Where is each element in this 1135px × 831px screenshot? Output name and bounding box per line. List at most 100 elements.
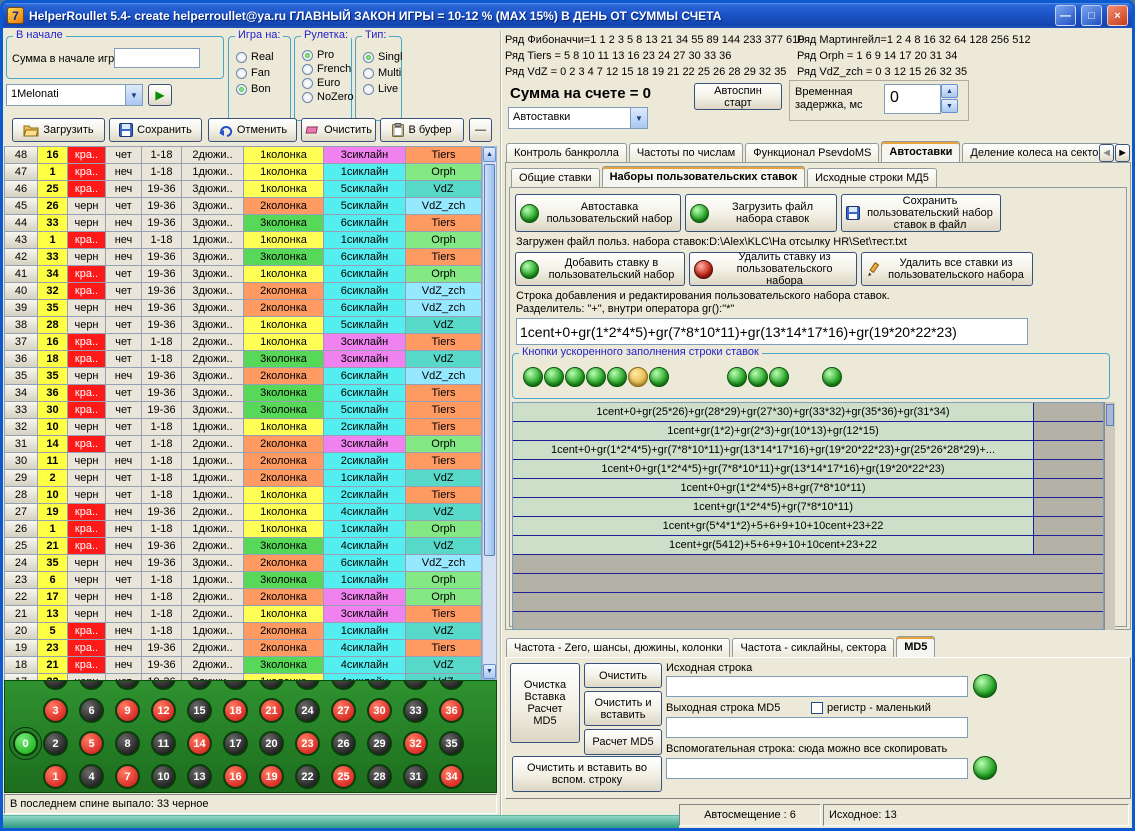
green-ball-icon[interactable] xyxy=(586,367,606,387)
tab-scroll-left-button[interactable]: ◄ xyxy=(1099,144,1114,162)
remove-all-bets-button[interactable]: Удалить все ставки из пользовательского … xyxy=(861,252,1033,286)
md5-multi-button[interactable]: Очистка Вставка Расчет MD5 xyxy=(510,663,580,743)
green-ball-icon[interactable] xyxy=(649,367,669,387)
md5-clear-paste-button[interactable]: Очистить и вставить xyxy=(584,691,662,726)
board-number-18[interactable]: 18 xyxy=(223,698,248,723)
clear-paste-aux-button[interactable]: Очистить и вставить во вспом. строку xyxy=(512,756,662,792)
bet-list-item[interactable]: 1cent+gr(1*2*4*5)+gr(7*8*10*11) xyxy=(513,498,1103,517)
inner-tab[interactable]: Исходные строки МД5 xyxy=(807,168,937,188)
md5-clear-button[interactable]: Очистить xyxy=(584,663,662,688)
board-number-0[interactable]: 0 xyxy=(13,731,38,756)
clear-button[interactable]: Очистить xyxy=(301,118,376,142)
board-number-12[interactable]: 12 xyxy=(151,698,176,723)
board-number-5[interactable]: 5 xyxy=(79,731,104,756)
board-number-36[interactable]: 36 xyxy=(439,698,464,723)
bet-list-item[interactable]: 1cent+gr(5*4*1*2)+5+6+9+10+10cent+23+22 xyxy=(513,517,1103,536)
green-ball-icon[interactable] xyxy=(544,367,564,387)
to-buffer-button[interactable]: В буфер xyxy=(380,118,464,142)
main-tab[interactable]: Контроль банкролла xyxy=(506,143,627,163)
bottom-tab[interactable]: Частота - Zero, шансы, дюжины, колонки xyxy=(506,638,730,658)
inner-tab[interactable]: Наборы пользовательских ставок xyxy=(602,166,806,188)
board-number-19[interactable]: 19 xyxy=(259,764,284,789)
add-bet-button[interactable]: Добавить ставку в пользовательский набор xyxy=(515,252,685,286)
main-tab[interactable]: Функционал PsevdoMS xyxy=(745,143,879,163)
board-number-20[interactable]: 20 xyxy=(259,731,284,756)
play-button[interactable]: ▶ xyxy=(148,84,172,106)
radio-option-Live[interactable]: Live xyxy=(363,83,396,95)
inner-tab[interactable]: Общие ставки xyxy=(511,168,600,188)
board-number-6[interactable]: 6 xyxy=(79,698,104,723)
history-scrollbar[interactable]: ▲ ▼ xyxy=(482,146,497,680)
board-number-2[interactable]: 2 xyxy=(43,731,68,756)
spin-down-button[interactable]: ▼ xyxy=(941,99,958,113)
board-number-31[interactable]: 31 xyxy=(403,764,428,789)
radio-option-Fan[interactable]: Fan xyxy=(236,67,285,79)
board-number-30[interactable]: 30 xyxy=(367,698,392,723)
radio-option-Bon[interactable]: Bon xyxy=(236,83,285,95)
bottom-tab[interactable]: Частота - сиклайны, сектора xyxy=(732,638,894,658)
board-number-14[interactable]: 14 xyxy=(187,731,212,756)
board-number-9[interactable]: 9 xyxy=(115,698,140,723)
board-number-33[interactable]: 33 xyxy=(403,698,428,723)
md5-aux-action-button[interactable] xyxy=(973,756,997,780)
scrollbar-thumb[interactable] xyxy=(484,164,495,556)
board-number-24[interactable]: 24 xyxy=(295,698,320,723)
bottom-tab[interactable]: MD5 xyxy=(896,636,935,658)
board-number-34[interactable]: 34 xyxy=(439,764,464,789)
collapse-button[interactable]: — xyxy=(469,118,492,142)
tab-scroll-right-button[interactable]: ► xyxy=(1115,144,1130,162)
board-number-17[interactable]: 17 xyxy=(223,731,248,756)
board-number-22[interactable]: 22 xyxy=(295,764,320,789)
green-ball-icon[interactable] xyxy=(727,367,747,387)
system-combo[interactable]: 1Melonati ▼ xyxy=(6,84,143,106)
register-checkbox-row[interactable]: регистр - маленький xyxy=(811,702,931,714)
chevron-down-icon[interactable]: ▼ xyxy=(630,108,647,128)
radio-option-Euro[interactable]: Euro xyxy=(302,77,346,89)
bet-list-scroll-thumb[interactable] xyxy=(1106,404,1114,426)
main-tab[interactable]: Деление колеса на сектора xyxy=(962,143,1118,163)
board-number-26[interactable]: 26 xyxy=(331,731,356,756)
green-ball-icon[interactable] xyxy=(822,367,842,387)
board-number-21[interactable]: 21 xyxy=(259,698,284,723)
green-ball-icon[interactable] xyxy=(565,367,585,387)
md5-calc-button[interactable]: Расчет MD5 xyxy=(584,729,662,755)
title-bar[interactable]: 7 HelperRoullet 5.4- create helperroulle… xyxy=(3,3,1132,28)
board-number-13[interactable]: 13 xyxy=(187,764,212,789)
bet-list-item[interactable]: 1cent+0+gr(1*2*4*5)+gr(7*8*10*11)+gr(13*… xyxy=(513,441,1103,460)
remove-bet-button[interactable]: Удалить ставку из пользовательского набо… xyxy=(689,252,857,286)
board-number-25[interactable]: 25 xyxy=(331,764,356,789)
board-number-27[interactable]: 27 xyxy=(331,698,356,723)
board-number-28[interactable]: 28 xyxy=(367,764,392,789)
minimize-button[interactable]: — xyxy=(1055,5,1076,26)
radio-option-Real[interactable]: Real xyxy=(236,51,285,63)
green-ball-icon[interactable] xyxy=(607,367,627,387)
load-button[interactable]: Загрузить xyxy=(12,118,105,142)
board-number-10[interactable]: 10 xyxy=(151,764,176,789)
scroll-up-button[interactable]: ▲ xyxy=(483,147,496,162)
bet-list-item[interactable]: 1cent+gr(1*2)+gr(2*3)+gr(10*13)+gr(12*15… xyxy=(513,422,1103,441)
autospin-start-button[interactable]: Автоспин старт xyxy=(694,83,782,110)
board-number-16[interactable]: 16 xyxy=(223,764,248,789)
board-number-7[interactable]: 7 xyxy=(115,764,140,789)
chevron-down-icon[interactable]: ▼ xyxy=(125,85,142,105)
checkbox-icon[interactable] xyxy=(811,702,823,714)
board-number-3[interactable]: 3 xyxy=(43,698,68,723)
board-number-15[interactable]: 15 xyxy=(187,698,212,723)
radio-option-Pro[interactable]: Pro xyxy=(302,49,346,61)
board-number-23[interactable]: 23 xyxy=(295,731,320,756)
board-number-4[interactable]: 4 xyxy=(79,764,104,789)
scroll-down-button[interactable]: ▼ xyxy=(483,664,496,679)
board-number-32[interactable]: 32 xyxy=(403,731,428,756)
board-number-29[interactable]: 29 xyxy=(367,731,392,756)
delay-spinner-value[interactable]: 0 xyxy=(884,84,941,114)
close-button[interactable]: × xyxy=(1107,5,1128,26)
undo-button[interactable]: Отменить xyxy=(208,118,297,142)
bet-list-scrollbar[interactable] xyxy=(1104,402,1115,630)
board-number-35[interactable]: 35 xyxy=(439,731,464,756)
radio-option-Singl[interactable]: Singl xyxy=(363,51,396,63)
spin-up-button[interactable]: ▲ xyxy=(941,84,958,98)
start-sum-input[interactable] xyxy=(114,48,200,68)
bet-list-item[interactable]: 1cent+0+gr(1*2*4*5)+gr(7*8*10*11)+gr(13*… xyxy=(513,460,1103,479)
gold-coin-icon[interactable] xyxy=(628,367,648,387)
main-tab[interactable]: Автоставки xyxy=(881,141,960,163)
